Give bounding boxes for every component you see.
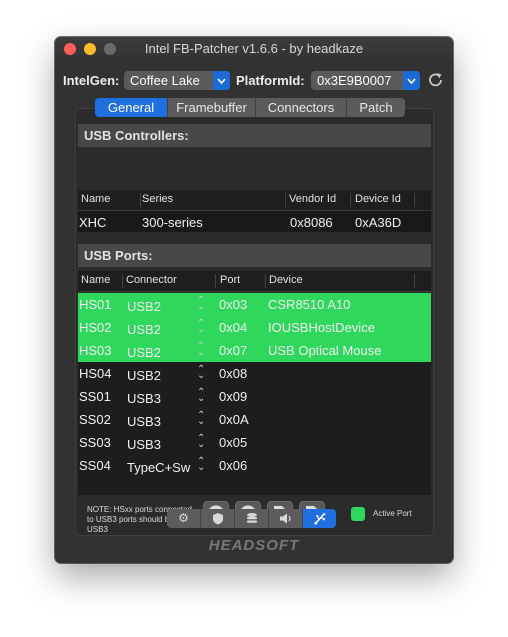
tab-framebuffer[interactable]: Framebuffer	[168, 98, 256, 117]
stepper-icon[interactable]: ⌃ ⌄	[197, 411, 205, 427]
platformid-value: 0x3E9B0007	[317, 73, 392, 88]
stepper-icon[interactable]: ⌃ ⌄	[197, 365, 205, 381]
col-name[interactable]: Name	[81, 193, 141, 207]
ports-table-body: HS01 USB2 ⌃ ⌄ 0x03 CSR8510 A10 HS02 USB2 …	[78, 293, 431, 495]
table-row[interactable]: HS03 USB2 ⌃ ⌄ 0x07 USB Optical Mouse	[78, 339, 431, 362]
stepper-icon[interactable]: ⌃ ⌄	[197, 388, 205, 404]
controller-name: XHC	[79, 215, 107, 230]
table-row[interactable]: SS03 USB3 ⌃ ⌄ 0x05	[78, 431, 431, 454]
connector-select[interactable]: TypeC+Sw	[127, 460, 190, 475]
stepper-icon[interactable]: ⌃ ⌄	[197, 457, 205, 473]
tab-bar: General Framebuffer Connectors Patch	[95, 98, 405, 117]
intelgen-label: IntelGen:	[63, 73, 120, 88]
col-series[interactable]: Series	[142, 193, 286, 207]
shield-icon[interactable]	[201, 509, 235, 528]
col-device[interactable]: Device	[269, 274, 415, 288]
chevron-down-icon	[403, 71, 420, 90]
connector-select[interactable]: USB3	[127, 437, 161, 452]
port-name: SS03	[79, 435, 111, 450]
table-row[interactable]: HS04 USB2 ⌃ ⌄ 0x08	[78, 362, 431, 385]
tab-general[interactable]: General	[95, 98, 168, 117]
platformid-label: PlatformId:	[236, 73, 305, 88]
title-bar: Intel FB-Patcher v1.6.6 - by headkaze	[55, 37, 453, 60]
bottom-icon-bar: ⚙	[167, 509, 336, 528]
col-connector[interactable]: Connector	[126, 274, 216, 288]
stepper-icon[interactable]: ⌃ ⌄	[197, 434, 205, 450]
port-number: 0x0A	[219, 412, 249, 427]
port-number: 0x09	[219, 389, 248, 404]
connector-select[interactable]: USB3	[127, 391, 161, 406]
port-number: 0x05	[219, 435, 248, 450]
port-number: 0x04	[219, 320, 248, 335]
port-number: 0x07	[219, 343, 248, 358]
chevron-down-icon	[213, 71, 230, 90]
controller-series: 300-series	[142, 215, 203, 230]
table-row[interactable]: HS02 USB2 ⌃ ⌄ 0x04 IOUSBHostDevice	[78, 316, 431, 339]
col-vendor-id[interactable]: Vendor Id	[289, 193, 351, 207]
connector-select[interactable]: USB2	[127, 368, 161, 383]
connector-select[interactable]: USB2	[127, 322, 161, 337]
usb-icon[interactable]	[303, 509, 336, 528]
app-window: Intel FB-Patcher v1.6.6 - by headkaze In…	[55, 37, 453, 563]
port-name: SS01	[79, 389, 111, 404]
tab-connectors[interactable]: Connectors	[256, 98, 347, 117]
port-name: SS02	[79, 412, 111, 427]
window-title: Intel FB-Patcher v1.6.6 - by headkaze	[144, 41, 364, 56]
port-device: IOUSBHostDevice	[268, 320, 375, 335]
port-name: HS04	[79, 366, 112, 381]
table-row[interactable]: HS01 USB2 ⌃ ⌄ 0x03 CSR8510 A10	[78, 293, 431, 316]
usb-ports-header: USB Ports:	[78, 244, 431, 267]
col-port[interactable]: Port	[220, 274, 266, 288]
active-port-swatch	[351, 507, 365, 521]
tab-patch[interactable]: Patch	[347, 98, 405, 117]
connector-select[interactable]: USB2	[127, 299, 161, 314]
connector-select[interactable]: USB2	[127, 345, 161, 360]
table-row[interactable]: SS04 TypeC+Sw ⌃ ⌄ 0x06	[78, 454, 431, 477]
general-panel: USB Controllers: Name Series Vendor Id D…	[75, 108, 434, 536]
stepper-icon[interactable]: ⌃ ⌄	[197, 296, 205, 312]
controllers-table-header: Name Series Vendor Id Device Id	[78, 190, 431, 211]
intelgen-value: Coffee Lake	[130, 73, 200, 88]
col-name[interactable]: Name	[81, 274, 123, 288]
connector-select[interactable]: USB3	[127, 414, 161, 429]
port-name: HS03	[79, 343, 112, 358]
ports-table-header: Name Connector Port Device	[78, 271, 431, 292]
gear-icon[interactable]: ⚙	[167, 509, 201, 528]
controller-vendor-id: 0x8086	[290, 215, 333, 230]
port-name: SS04	[79, 458, 111, 473]
usb-controllers-header: USB Controllers:	[78, 124, 431, 147]
speaker-icon[interactable]	[269, 509, 303, 528]
controller-device-id: 0xA36D	[355, 215, 402, 230]
port-device: CSR8510 A10	[268, 297, 351, 312]
stepper-icon[interactable]: ⌃ ⌄	[197, 319, 205, 335]
headsoft-logo: HEADSOFT	[208, 537, 300, 554]
table-row[interactable]: XHC 300-series 0x8086 0xA36D	[78, 211, 431, 232]
table-row[interactable]: SS02 USB3 ⌃ ⌄ 0x0A	[78, 408, 431, 431]
port-number: 0x06	[219, 458, 248, 473]
stack-icon[interactable]	[235, 509, 269, 528]
intelgen-select[interactable]: Coffee Lake	[124, 71, 230, 90]
port-name: HS01	[79, 297, 112, 312]
port-name: HS02	[79, 320, 112, 335]
stepper-icon[interactable]: ⌃ ⌄	[197, 342, 205, 358]
port-device: USB Optical Mouse	[268, 343, 382, 358]
platformid-select[interactable]: 0x3E9B0007	[311, 71, 420, 90]
port-number: 0x08	[219, 366, 248, 381]
table-row[interactable]: SS01 USB3 ⌃ ⌄ 0x09	[78, 385, 431, 408]
active-port-label: Active Port	[373, 509, 412, 518]
col-device-id[interactable]: Device Id	[355, 193, 415, 207]
port-number: 0x03	[219, 297, 248, 312]
refresh-icon[interactable]	[427, 71, 443, 87]
